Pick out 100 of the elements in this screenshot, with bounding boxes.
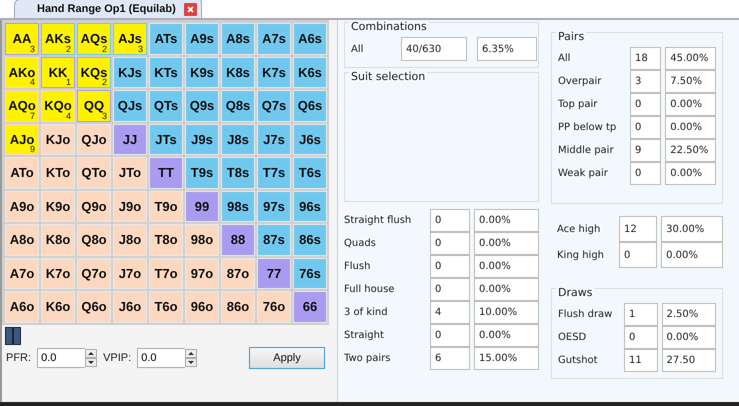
hand-cell[interactable]: 97s [257,190,291,222]
hand-cell[interactable]: 77 [257,258,291,289]
hand-cell[interactable]: JTo [113,157,147,188]
hand-cell[interactable]: AQs 2 [77,23,111,54]
combo-count: 3 [30,44,35,54]
hand-cell[interactable]: 76s [293,258,327,289]
hand-cell[interactable]: T8s [221,157,255,188]
hand-cell[interactable]: A8s [221,23,255,54]
hand-cell[interactable]: 88 [221,224,255,256]
count-field: 0 [630,116,662,139]
pfr-field[interactable]: 0.0 [37,348,86,368]
hand-cell[interactable]: AJo 9 [5,124,39,155]
hand-cell[interactable]: J7o [113,258,147,289]
hand-cell[interactable]: T7s [257,157,291,188]
hand-cell[interactable]: J7s [257,124,291,155]
spinner-arrows-icon[interactable] [85,348,98,366]
percent-field: 0.00% [665,93,716,116]
percent-field: 0.00% [474,255,539,278]
hand-cell[interactable]: 87o [221,258,255,289]
hand-cell[interactable]: J8s [221,124,255,155]
hand-cell[interactable]: TT [149,157,183,188]
hand-cell[interactable]: T6o [149,291,183,322]
hand-cell[interactable]: KK 1 [41,56,75,88]
spinner-arrows-icon[interactable] [185,348,198,366]
hand-cell[interactable]: T7o [149,258,183,289]
hand-cell[interactable]: A7o [5,258,39,289]
hand-cell[interactable]: T9s [185,157,219,188]
hand-cell[interactable]: 86o [221,291,255,322]
hand-cell[interactable]: QTs [149,90,183,122]
hand-cell[interactable]: T8o [149,224,183,256]
hand-cell[interactable]: K6o [41,291,75,322]
hand-cell[interactable]: 66 [293,291,327,322]
hand-cell[interactable]: QQ 3 [77,90,111,122]
hand-cell[interactable]: 97o [185,258,219,289]
hand-cell[interactable]: K8s [221,56,255,88]
hand-cell[interactable]: A7s [257,23,291,54]
hand-cell[interactable]: K9s [185,56,219,88]
hand-cell[interactable]: A6o [5,291,39,322]
hand-cell[interactable]: T9o [149,190,183,222]
hand-cell[interactable]: 86s [293,224,327,256]
hand-cell[interactable]: 99 [185,190,219,222]
document-tab[interactable]: Hand Range Op1 (Equilab) [14,0,202,18]
hand-cell[interactable]: Q6o [77,291,111,322]
hand-cell[interactable]: KQs 2 [77,56,111,88]
hand-cell[interactable]: JJ [113,124,147,155]
hand-cell[interactable]: AKs 2 [41,23,75,54]
apply-button[interactable]: Apply [249,346,325,368]
hand-cell[interactable]: 76o [257,291,291,322]
hand-cell[interactable]: 87s [257,224,291,256]
group-title: Suit selection [349,70,428,83]
hand-cell[interactable]: AKo 4 [5,56,39,88]
hand-cell[interactable]: 96s [293,190,327,222]
hand-cell[interactable]: AA 3 [5,23,39,54]
hand-cell[interactable]: ATs [149,23,183,54]
hand-cell[interactable]: AJs 3 [113,23,147,54]
hand-cell[interactable]: KTs [149,56,183,88]
hand-cell[interactable]: K8o [41,224,75,256]
combo-count: 3 [102,110,107,120]
stat-label: Top pair [558,99,598,110]
hand-cell[interactable]: K9o [41,190,75,222]
hand-cell[interactable]: Q7s [257,90,291,122]
hand-cell[interactable]: A9s [185,23,219,54]
hand-cell[interactable]: KTo [41,157,75,188]
hand-cell[interactable]: Q7o [77,258,111,289]
hand-cell[interactable]: KQo 4 [41,90,75,122]
hand-cell[interactable]: QTo [77,157,111,188]
hand-cell[interactable]: Q8s [221,90,255,122]
hand-cell[interactable]: K7s [257,56,291,88]
vpip-field[interactable]: 0.0 [137,348,186,368]
hand-cell[interactable]: J6s [293,124,327,155]
hand-cell[interactable]: Q6s [293,90,327,122]
scrollbar-thumb[interactable] [5,326,21,344]
hand-cell[interactable]: 98o [185,224,219,256]
hand-cell[interactable]: J9s [185,124,219,155]
hand-cell[interactable]: J9o [113,190,147,222]
hand-cell[interactable]: 96o [185,291,219,322]
hand-cell[interactable]: Q8o [77,224,111,256]
hand-cell[interactable]: K6s [293,56,327,88]
hand-cell[interactable]: 98s [221,190,255,222]
percent-field: 0.00% [665,116,716,139]
count-field: 0 [630,162,662,185]
hand-cell[interactable]: T6s [293,157,327,188]
hand-cell[interactable]: QJo [77,124,111,155]
hand-cell[interactable]: Q9s [185,90,219,122]
hand-cell[interactable]: K7o [41,258,75,289]
hand-cell[interactable]: KJs [113,56,147,88]
hand-cell[interactable]: J8o [113,224,147,256]
hand-cell[interactable]: J6o [113,291,147,322]
stat-label: Full house [344,284,396,295]
hand-cell[interactable]: Q9o [77,190,111,222]
hand-cell[interactable]: A8o [5,224,39,256]
hand-cell[interactable]: QJs [113,90,147,122]
hand-cell[interactable]: A9o [5,190,39,222]
hand-cell[interactable]: AQo 7 [5,90,39,122]
vpip-label: VPIP: [103,352,132,364]
hand-cell[interactable]: KJo [41,124,75,155]
close-icon[interactable] [184,2,197,16]
hand-cell[interactable]: A6s [293,23,327,54]
hand-cell[interactable]: JTs [149,124,183,155]
hand-cell[interactable]: ATo [5,157,39,188]
